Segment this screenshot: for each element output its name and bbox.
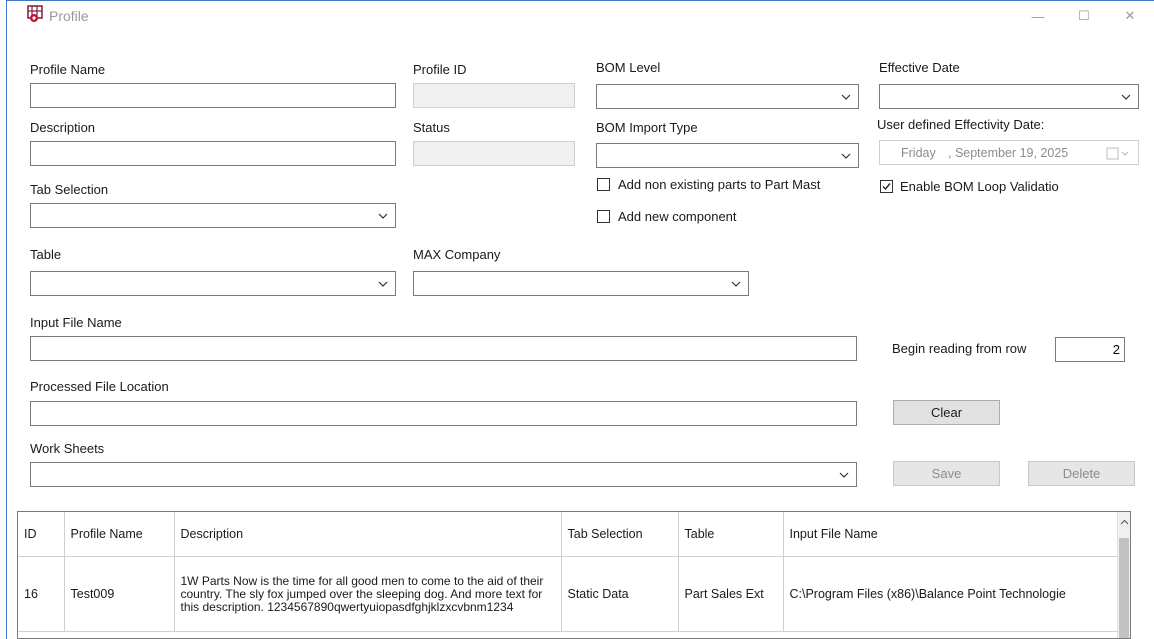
- scroll-up-icon[interactable]: [1118, 516, 1130, 528]
- cell-input-file-name: C:\Program Files (x86)\Balance Point Tec…: [783, 556, 1121, 632]
- chevron-down-icon: [731, 281, 741, 287]
- delete-button[interactable]: Delete: [1028, 461, 1135, 486]
- tab-selection-dropdown[interactable]: [30, 203, 396, 228]
- column-header-table[interactable]: Table: [678, 512, 784, 557]
- user-defined-date-picker[interactable]: Friday , September 19, 2025: [879, 140, 1139, 165]
- column-header-description[interactable]: Description: [174, 512, 562, 557]
- processed-file-location-field[interactable]: [30, 401, 857, 426]
- status-label: Status: [413, 120, 450, 135]
- table-row[interactable]: 16 Test009 1W Parts Now is the time for …: [18, 556, 1121, 632]
- max-company-label: MAX Company: [413, 247, 501, 262]
- enable-bom-loop-label: Enable BOM Loop Validatio: [900, 179, 1059, 194]
- clear-button[interactable]: Clear: [893, 400, 1000, 425]
- processed-file-location-label: Processed File Location: [30, 379, 169, 394]
- work-sheets-dropdown[interactable]: [30, 462, 857, 487]
- bom-import-type-label: BOM Import Type: [596, 120, 698, 135]
- vertical-scrollbar[interactable]: [1117, 512, 1130, 638]
- profiles-grid[interactable]: ID Profile Name Description Tab Selectio…: [17, 511, 1131, 639]
- calendar-dropdown-icon[interactable]: [1106, 147, 1134, 160]
- effective-date-dropdown[interactable]: [879, 84, 1139, 109]
- minimize-icon: —: [1031, 8, 1045, 24]
- close-icon: ✕: [1124, 8, 1136, 23]
- tab-selection-label: Tab Selection: [30, 182, 109, 197]
- bom-import-type-dropdown[interactable]: [596, 143, 859, 168]
- column-header-profile-name[interactable]: Profile Name: [64, 512, 175, 557]
- checkmark-icon: [882, 183, 891, 191]
- add-non-existing-checkbox[interactable]: [597, 178, 610, 191]
- maximize-icon: ☐: [1078, 8, 1090, 23]
- chevron-down-icon: [839, 472, 849, 478]
- profiles-table: ID Profile Name Description Tab Selectio…: [18, 512, 1121, 632]
- cell-id: 16: [18, 556, 65, 632]
- add-new-component-checkbox[interactable]: [597, 210, 610, 223]
- table-label: Table: [30, 247, 62, 262]
- close-button[interactable]: ✕: [1107, 3, 1153, 29]
- profile-name-field[interactable]: [30, 83, 396, 108]
- profile-name-label: Profile Name: [30, 62, 106, 77]
- bom-level-label: BOM Level: [596, 60, 661, 75]
- scrollbar-thumb[interactable]: [1119, 538, 1129, 638]
- begin-reading-field[interactable]: [1055, 337, 1125, 362]
- input-file-name-field[interactable]: [30, 336, 857, 361]
- table-header-row: ID Profile Name Description Tab Selectio…: [18, 512, 1121, 557]
- description-input[interactable]: [31, 142, 395, 165]
- status-field: [413, 141, 575, 166]
- user-defined-date-label: User defined Effectivity Date:: [877, 117, 1045, 132]
- save-button[interactable]: Save: [893, 461, 1000, 486]
- description-field[interactable]: [30, 141, 396, 166]
- minimize-button[interactable]: —: [1015, 3, 1061, 29]
- add-new-component-label: Add new component: [618, 209, 737, 224]
- column-header-tab-selection[interactable]: Tab Selection: [561, 512, 679, 557]
- chevron-down-icon: [378, 213, 388, 219]
- date-value: , September 19, 2025: [948, 146, 1069, 160]
- begin-reading-label: Begin reading from row: [892, 341, 1027, 356]
- cell-table: Part Sales Ext: [678, 556, 784, 632]
- profile-id-input: [414, 84, 574, 107]
- cell-tab-selection: Static Data: [561, 556, 679, 632]
- effective-date-label: Effective Date: [879, 60, 960, 75]
- chevron-down-icon: [841, 153, 851, 159]
- profile-id-label: Profile ID: [413, 62, 467, 77]
- date-day: Friday: [901, 146, 936, 160]
- work-sheets-label: Work Sheets: [30, 441, 105, 456]
- profile-id-field: [413, 83, 575, 108]
- title-bar: Profile — ☐ ✕: [7, 1, 1154, 31]
- input-file-name-input[interactable]: [31, 337, 856, 360]
- window-title: Profile: [49, 8, 89, 24]
- description-label: Description: [30, 120, 96, 135]
- bom-level-dropdown[interactable]: [596, 84, 859, 109]
- maximize-button[interactable]: ☐: [1061, 3, 1107, 29]
- enable-bom-loop-checkbox[interactable]: [880, 180, 893, 193]
- add-non-existing-label: Add non existing parts to Part Mast: [618, 177, 821, 192]
- column-header-id[interactable]: ID: [18, 512, 65, 557]
- status-input: [414, 142, 574, 165]
- cell-profile-name: Test009: [64, 556, 175, 632]
- cell-description: 1W Parts Now is the time for all good me…: [174, 556, 562, 632]
- max-company-dropdown[interactable]: [413, 271, 749, 296]
- input-file-name-label: Input File Name: [30, 315, 122, 330]
- column-header-input-file-name[interactable]: Input File Name: [783, 512, 1121, 557]
- chevron-down-icon: [1121, 94, 1131, 100]
- table-dropdown[interactable]: [30, 271, 396, 296]
- begin-reading-input[interactable]: [1056, 338, 1124, 361]
- app-icon: [27, 5, 43, 22]
- chevron-down-icon: [841, 94, 851, 100]
- profile-name-input[interactable]: [31, 84, 395, 107]
- window-frame-left: [6, 0, 7, 639]
- chevron-down-icon: [378, 281, 388, 287]
- processed-file-location-input[interactable]: [31, 402, 856, 425]
